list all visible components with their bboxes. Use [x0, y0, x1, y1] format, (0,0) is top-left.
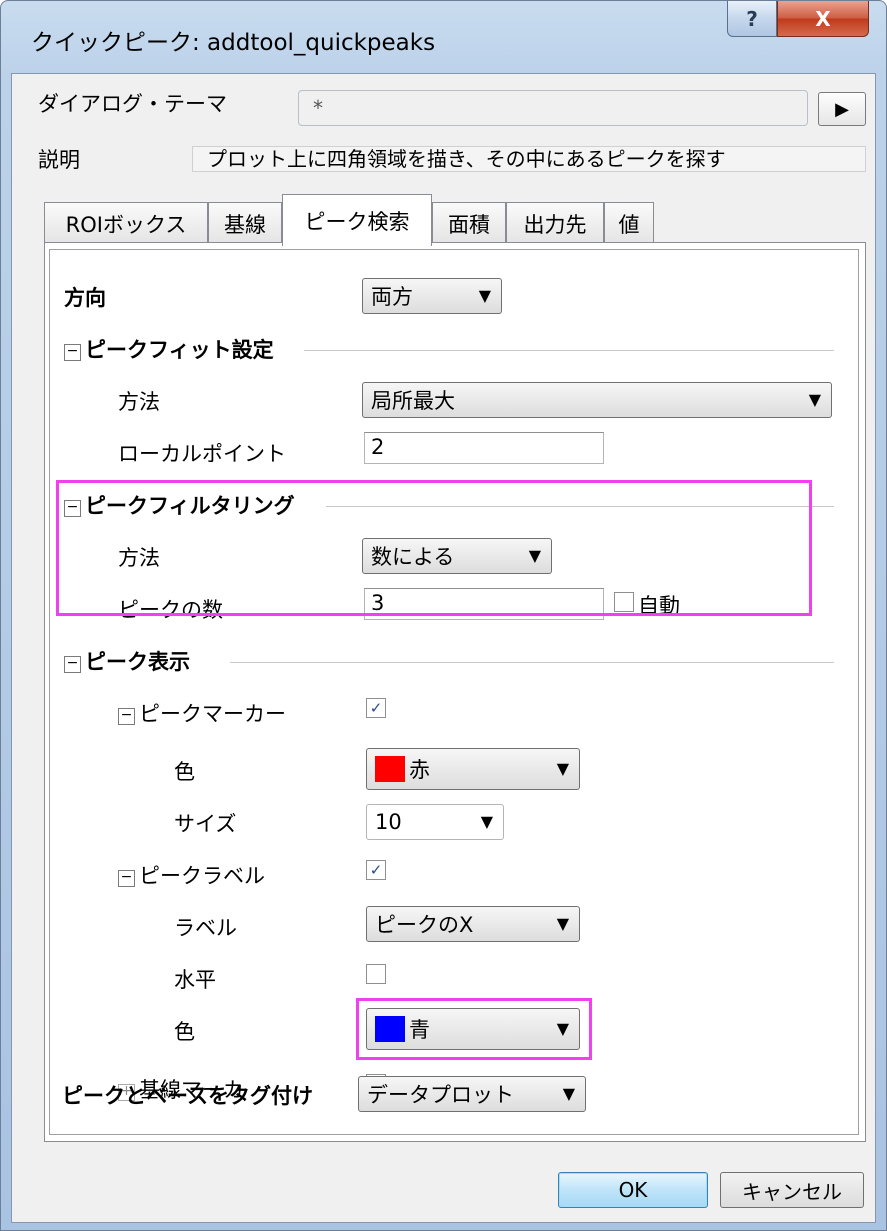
section-divider [304, 350, 834, 351]
section-divider [230, 662, 834, 663]
theme-menu-button[interactable]: ▶ [818, 92, 866, 126]
dialog-body: ダイアログ・テーマ * ▶ 説明 プロット上に四角領域を描き、その中にあるピーク… [11, 73, 876, 1223]
label-type-select[interactable]: ピークのX ▼ [366, 906, 580, 942]
tab-values[interactable]: 値 [604, 202, 654, 244]
tab-output[interactable]: 出力先 [506, 202, 604, 244]
marker-color-select[interactable]: 赤 ▼ [366, 748, 580, 790]
collapse-icon[interactable]: − [64, 656, 81, 673]
highlight-box [56, 480, 812, 616]
tab-area[interactable]: 面積 [432, 202, 506, 244]
local-points-label: ローカルポイント [118, 442, 286, 466]
collapse-icon[interactable]: − [64, 344, 81, 361]
chevron-down-icon: ▼ [556, 759, 569, 778]
chevron-down-icon: ▼ [480, 812, 493, 831]
cancel-button[interactable]: キャンセル [720, 1172, 864, 1208]
marker-size-select[interactable]: 10 ▼ [366, 804, 504, 840]
tab-roi-box[interactable]: ROIボックス [44, 202, 208, 244]
chevron-down-icon: ▼ [556, 914, 569, 933]
chevron-down-icon: ▼ [562, 1084, 575, 1103]
fit-method-value: 局所最大 [371, 389, 455, 413]
tag-value: データプロット [367, 1083, 514, 1107]
fit-method-select[interactable]: 局所最大 ▼ [362, 382, 832, 418]
peak-display-section[interactable]: − ピーク表示 [64, 646, 190, 676]
horizontal-label: 水平 [174, 968, 216, 992]
title-bar[interactable]: クイックピーク: addtool_quickpeaks ? X [1, 1, 886, 81]
label-color-label: 色 [174, 1020, 195, 1044]
tab-peak-search[interactable]: ピーク検索 [282, 194, 432, 246]
marker-size-value: 10 [375, 810, 402, 834]
chevron-down-icon: ▼ [808, 390, 821, 409]
description-text: プロット上に四角領域を描き、その中にあるピークを探す [192, 146, 866, 172]
help-button[interactable]: ? [727, 1, 777, 37]
dialog-window: クイックピーク: addtool_quickpeaks ? X ダイアログ・テー… [0, 0, 887, 1231]
tag-label: ピークとベースをタグ付け [62, 1084, 313, 1108]
peak-marker-checkbox[interactable]: ✓ [366, 698, 386, 718]
tab-panel-peak-search: 方向 両方 ▼ −ピークフィット設定 方法 局所最大 ▼ ローカルポイント 2 [44, 242, 866, 1142]
description-label: 説明 [38, 148, 80, 172]
window-title: クイックピーク: addtool_quickpeaks [31, 30, 436, 56]
tab-baseline[interactable]: 基線 [208, 202, 282, 244]
tag-select[interactable]: データプロット ▼ [358, 1076, 586, 1112]
peak-marker-section[interactable]: − ピークマーカー [118, 698, 286, 728]
settings-tree: 方向 両方 ▼ −ピークフィット設定 方法 局所最大 ▼ ローカルポイント 2 [49, 249, 859, 1135]
marker-color-label: 色 [174, 760, 195, 784]
chevron-down-icon: ▼ [478, 286, 491, 305]
local-points-input[interactable]: 2 [364, 432, 604, 464]
color-swatch [375, 756, 405, 782]
marker-size-label: サイズ [174, 812, 237, 836]
peak-label-checkbox[interactable]: ✓ [366, 860, 386, 880]
label-type-value: ピークのX [375, 913, 474, 937]
horizontal-checkbox[interactable] [366, 964, 386, 984]
peak-fit-section[interactable]: − ピークフィット設定 [64, 334, 274, 364]
direction-label: 方向 [64, 286, 106, 310]
theme-label: ダイアログ・テーマ [38, 92, 227, 116]
ok-button[interactable]: OK [558, 1172, 708, 1208]
peak-label-section[interactable]: − ピークラベル [118, 860, 265, 890]
collapse-icon[interactable]: − [118, 708, 135, 725]
fit-method-label: 方法 [118, 390, 160, 414]
close-button[interactable]: X [777, 1, 869, 37]
theme-input[interactable]: * [298, 90, 808, 126]
label-type-label: ラベル [174, 916, 237, 940]
marker-color-value: 赤 [409, 758, 430, 782]
highlight-box [356, 998, 592, 1060]
collapse-icon[interactable]: − [118, 870, 135, 887]
direction-value: 両方 [371, 285, 413, 309]
direction-select[interactable]: 両方 ▼ [362, 278, 502, 314]
